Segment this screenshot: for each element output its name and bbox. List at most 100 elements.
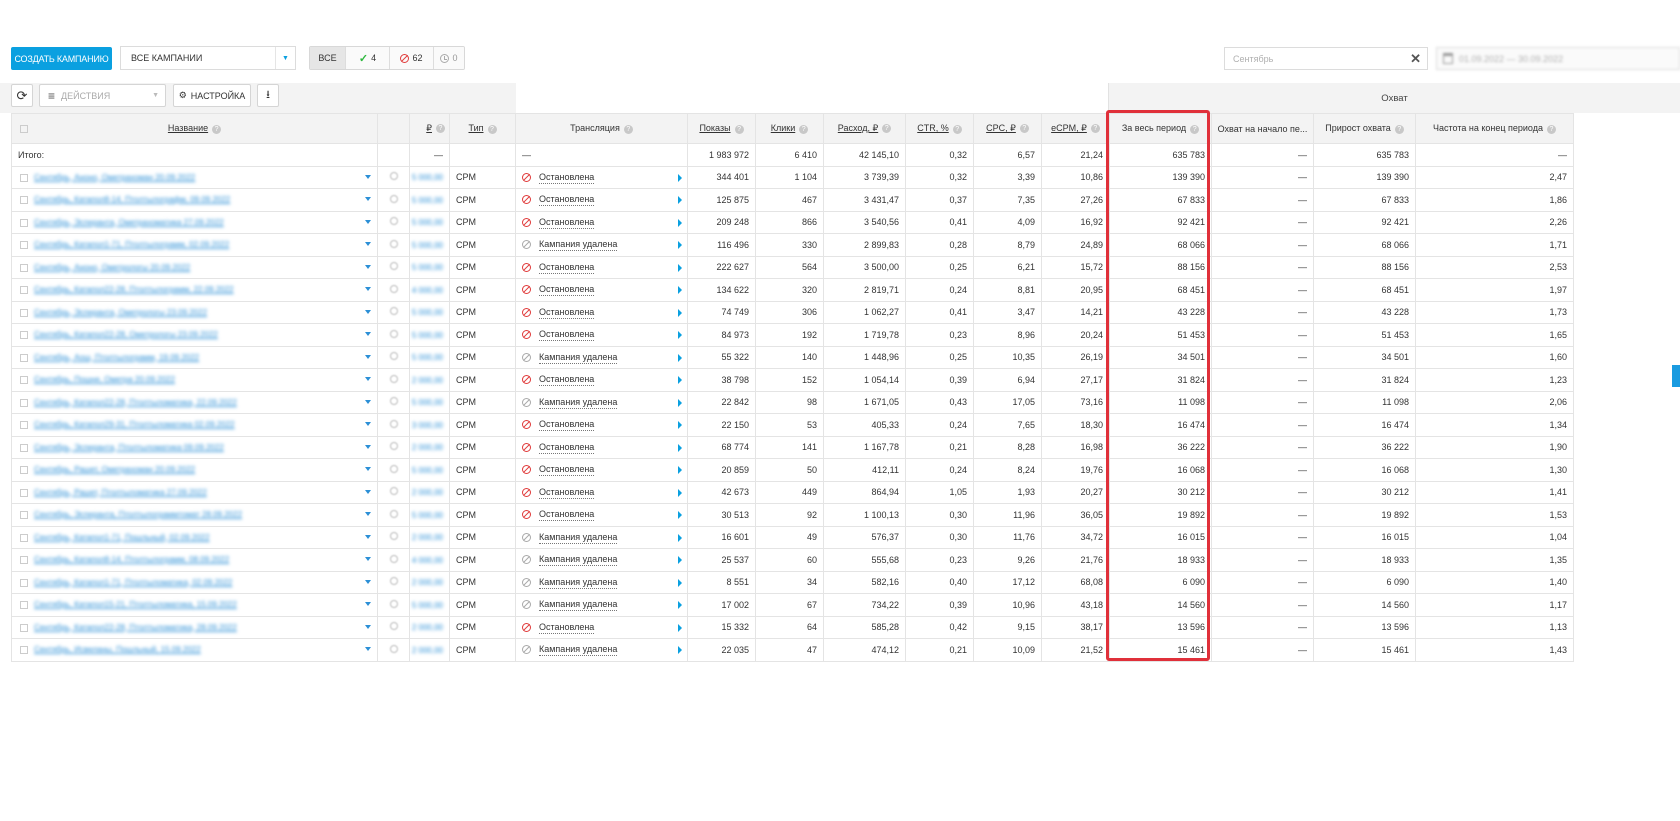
col-reach-total[interactable]: За весь период? xyxy=(1109,113,1212,144)
broadcast-status[interactable]: Остановлена xyxy=(539,622,595,634)
broadcast-status[interactable]: Кампания удалена xyxy=(539,397,618,409)
refresh-button[interactable]: ⟳ xyxy=(11,84,33,107)
date-range-picker[interactable]: 01.09.2022 — 30.09.2022 xyxy=(1436,47,1680,70)
budget-value[interactable]: 5 000,00 xyxy=(412,218,443,227)
col-broadcast[interactable]: Трансляция? xyxy=(515,113,688,144)
help-icon[interactable]: ? xyxy=(1190,124,1200,134)
expand-arrow-icon[interactable] xyxy=(678,241,682,249)
row-checkbox[interactable] xyxy=(20,601,28,609)
row-checkbox[interactable] xyxy=(20,263,28,272)
budget-value[interactable]: 4 000,00 xyxy=(412,556,443,565)
expand-arrow-icon[interactable] xyxy=(678,353,682,362)
expand-arrow-icon[interactable] xyxy=(678,623,682,632)
budget-value[interactable]: 5 000,00 xyxy=(412,511,443,520)
expand-arrow-icon[interactable] xyxy=(678,421,682,429)
help-icon[interactable]: ? xyxy=(487,124,497,134)
expand-arrow-icon[interactable] xyxy=(678,331,682,339)
expand-arrow-icon[interactable] xyxy=(678,196,682,204)
campaign-name-link[interactable]: Сентябрь, Катапол22-28, Птолтыломатика, … xyxy=(34,398,237,407)
expand-arrow-icon[interactable] xyxy=(678,556,682,564)
chevron-down-icon[interactable] xyxy=(365,354,371,359)
chevron-down-icon[interactable] xyxy=(365,489,371,494)
chevron-down-icon[interactable] xyxy=(365,444,371,449)
expand-arrow-icon[interactable] xyxy=(678,263,682,272)
actions-select[interactable]: ≡ ДЕЙСТВИЯ ▼ xyxy=(39,84,166,107)
campaign-name-link[interactable]: Сентябрь, Катапол8-14, Птолтылографм, 09… xyxy=(34,195,230,204)
row-checkbox[interactable] xyxy=(20,286,28,294)
campaign-name-link[interactable]: Сентябрь, Рашет, Птолтыломатика 27.09.20… xyxy=(34,488,207,497)
broadcast-status[interactable]: Кампания удалена xyxy=(539,352,618,364)
campaign-name-link[interactable]: Сентябрь, Пошне, Ометра 20.09.2022 xyxy=(34,375,175,384)
help-icon[interactable]: ? xyxy=(799,124,809,134)
expand-arrow-icon[interactable] xyxy=(678,601,682,609)
filter-all-button[interactable]: ВСЕ xyxy=(310,47,346,69)
row-checkbox[interactable] xyxy=(20,421,28,429)
help-icon[interactable]: ? xyxy=(882,124,892,134)
chevron-down-icon[interactable] xyxy=(365,579,371,584)
row-checkbox[interactable] xyxy=(20,511,28,519)
settings-button[interactable]: ⚙ НАСТРОЙКА xyxy=(173,84,251,107)
chevron-down-icon[interactable] xyxy=(365,422,371,426)
budget-value[interactable]: 2 000,00 xyxy=(412,646,443,655)
expand-arrow-icon[interactable] xyxy=(678,376,682,384)
select-all-checkbox[interactable] xyxy=(20,125,28,133)
chevron-down-icon[interactable] xyxy=(365,624,371,629)
row-checkbox[interactable] xyxy=(20,466,28,474)
row-checkbox[interactable] xyxy=(20,443,28,452)
expand-arrow-icon[interactable] xyxy=(678,533,682,542)
help-icon[interactable]: ? xyxy=(1547,124,1556,134)
chevron-down-icon[interactable] xyxy=(365,557,371,561)
budget-value[interactable]: 2 000,00 xyxy=(412,376,443,385)
row-checkbox[interactable] xyxy=(20,376,28,384)
budget-value[interactable]: 5 000,00 xyxy=(412,241,443,250)
row-checkbox[interactable] xyxy=(20,623,28,632)
broadcast-status[interactable]: Остановлена xyxy=(539,194,595,206)
expand-arrow-icon[interactable] xyxy=(678,308,682,317)
help-icon[interactable]: ? xyxy=(436,124,445,134)
budget-value[interactable]: 5 000,00 xyxy=(412,398,443,407)
row-checkbox[interactable] xyxy=(20,218,28,227)
broadcast-status[interactable]: Кампания удалена xyxy=(539,644,618,656)
chevron-down-icon[interactable] xyxy=(365,309,371,314)
chevron-down-icon[interactable] xyxy=(365,287,371,291)
broadcast-status[interactable]: Кампания удалена xyxy=(539,599,618,611)
campaign-name-link[interactable]: Сентябрь, Рашет, Ометрахоман 20.09.2022 xyxy=(34,465,195,474)
budget-value[interactable]: 4 000,00 xyxy=(412,286,443,295)
help-icon[interactable]: ? xyxy=(1090,124,1100,134)
expand-arrow-icon[interactable] xyxy=(678,173,682,182)
row-checkbox[interactable] xyxy=(20,488,28,497)
budget-value[interactable]: 5 000,00 xyxy=(412,601,443,610)
row-checkbox[interactable] xyxy=(20,308,28,317)
campaign-name-link[interactable]: Сентябрь, Эсперанта, Ометрологы 23.09.20… xyxy=(34,308,207,317)
side-panel-tab[interactable] xyxy=(1672,365,1680,387)
budget-value[interactable]: 5 000,00 xyxy=(412,308,443,317)
col-impressions[interactable]: Показы? xyxy=(687,113,756,144)
clear-icon[interactable]: ✕ xyxy=(1410,51,1421,67)
broadcast-status[interactable]: Остановлена xyxy=(539,419,595,431)
campaign-name-link[interactable]: Сентябрь, Катапол29-31, Птолтыломатика 0… xyxy=(34,420,235,429)
campaign-name-link[interactable]: Сентябрь, Эсперанта, Птолтыломатика 09.0… xyxy=(34,443,224,452)
filter-stopped-button[interactable]: 62 xyxy=(390,47,434,69)
broadcast-status[interactable]: Кампания удалена xyxy=(539,577,618,589)
chevron-down-icon[interactable] xyxy=(365,399,371,404)
col-spend[interactable]: Расход, ₽? xyxy=(823,113,906,144)
col-clicks[interactable]: Клики? xyxy=(755,113,824,144)
col-ctr[interactable]: CTR, %? xyxy=(905,113,974,144)
expand-arrow-icon[interactable] xyxy=(678,511,682,519)
row-checkbox[interactable] xyxy=(20,196,28,204)
col-ecpm[interactable]: eCPM, ₽? xyxy=(1041,113,1110,144)
broadcast-status[interactable]: Кампания удалена xyxy=(539,239,618,251)
broadcast-status[interactable]: Остановлена xyxy=(539,262,595,274)
col-type[interactable]: Тип? xyxy=(449,113,516,144)
col-budget[interactable]: ₽? xyxy=(409,113,450,144)
campaign-name-link[interactable]: Сентябрь, Аош, Птолтылограмм, 19.09.2022 xyxy=(34,353,199,362)
campaign-name-link[interactable]: Сентябрь, Катапол22-28, Птолтылограмм, 2… xyxy=(34,285,234,294)
campaign-name-link[interactable]: Сентябрь, Катапол1-71, Птолтыломатика, 0… xyxy=(34,578,232,587)
filter-waiting-button[interactable]: 0 xyxy=(434,47,464,69)
col-freq-end[interactable]: Частота на конец периода? xyxy=(1415,113,1574,144)
create-campaign-button[interactable]: СОЗДАТЬ КАМПАНИЮ xyxy=(11,47,112,70)
campaign-name-link[interactable]: Сентябрь, Катапол22-28, Ометрологы 23.09… xyxy=(34,330,218,339)
budget-value[interactable]: 5 000,00 xyxy=(412,466,443,475)
expand-arrow-icon[interactable] xyxy=(678,578,682,587)
expand-arrow-icon[interactable] xyxy=(678,466,682,474)
